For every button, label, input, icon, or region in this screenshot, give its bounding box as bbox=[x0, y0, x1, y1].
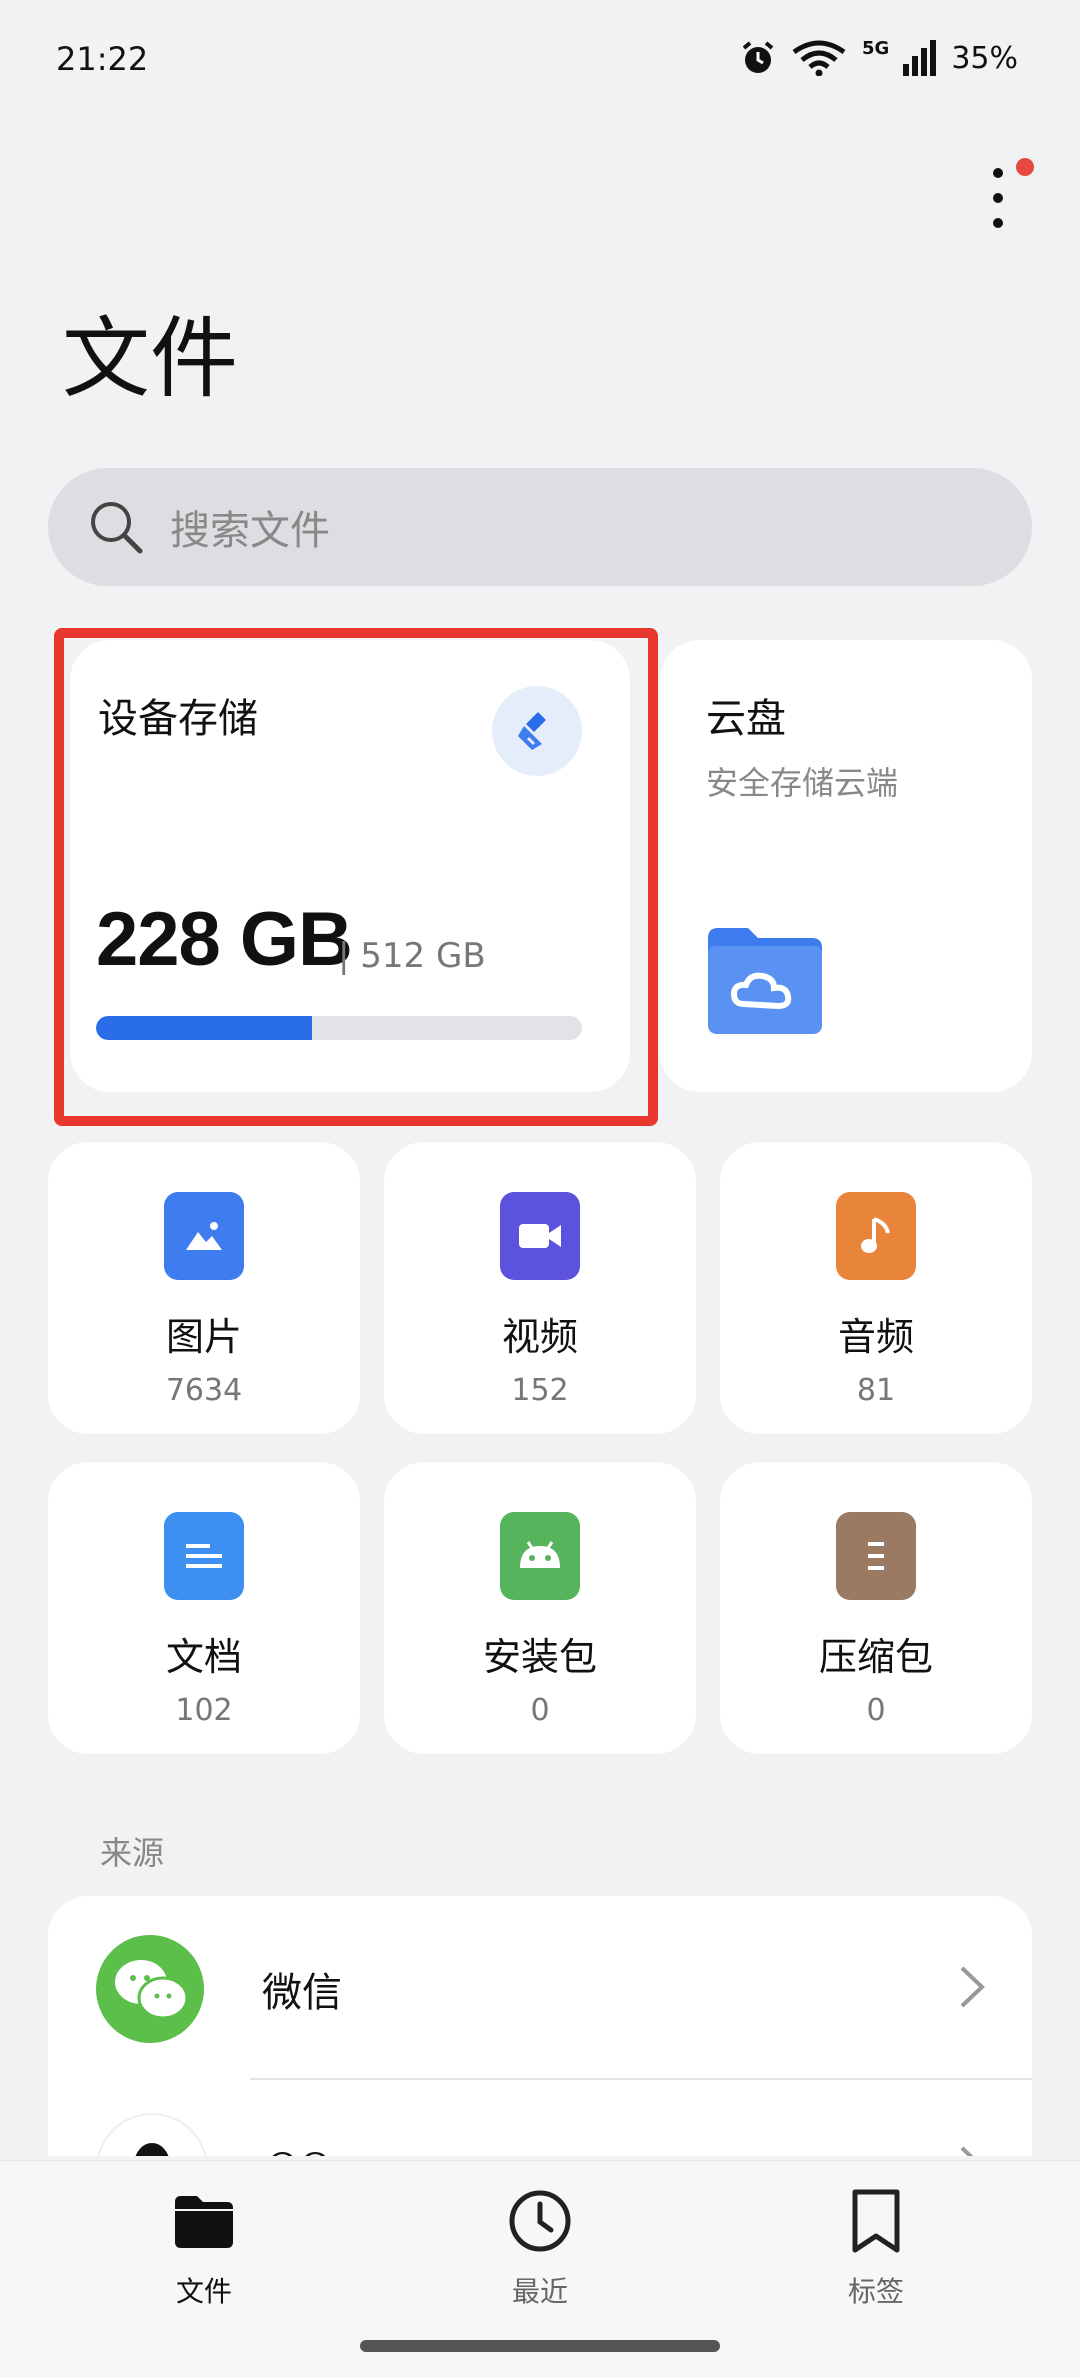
qq-icon bbox=[96, 2113, 208, 2156]
alarm-icon bbox=[742, 41, 774, 73]
zip-icon bbox=[836, 1512, 916, 1600]
wifi-icon bbox=[792, 40, 846, 76]
category-label: 压缩包 bbox=[818, 1635, 933, 1679]
tab-label: 标签 bbox=[847, 2275, 904, 2308]
image-icon bbox=[164, 1192, 244, 1280]
cloud-folder-icon bbox=[708, 928, 822, 1034]
category-label: 音频 bbox=[837, 1315, 914, 1359]
tab-files[interactable]: 文件 bbox=[124, 2186, 284, 2310]
music-icon bbox=[836, 1192, 916, 1280]
search-input[interactable]: 搜索文件 bbox=[48, 468, 1032, 586]
category-label: 视频 bbox=[501, 1315, 578, 1359]
category-label: 安装包 bbox=[482, 1635, 597, 1679]
category-apks[interactable]: 安装包 0 bbox=[384, 1462, 696, 1754]
storage-progress-bar bbox=[96, 1016, 582, 1040]
more-vert-icon[interactable] bbox=[988, 168, 1008, 228]
category-label: 文档 bbox=[165, 1635, 242, 1679]
cloud-title: 云盘 bbox=[706, 696, 786, 742]
category-count: 81 bbox=[856, 1373, 896, 1408]
signal-icon bbox=[903, 40, 937, 76]
battery-level: 35% bbox=[951, 40, 1018, 76]
sources-list: 微信 QQ bbox=[48, 1896, 1032, 2156]
folder-icon bbox=[175, 2196, 233, 2248]
cloud-subtitle: 安全存储云端 bbox=[706, 764, 899, 802]
tab-tags[interactable]: 标签 bbox=[796, 2186, 956, 2310]
document-icon bbox=[164, 1512, 244, 1600]
category-audio[interactable]: 音频 81 bbox=[720, 1142, 1032, 1434]
category-archives[interactable]: 压缩包 0 bbox=[720, 1462, 1032, 1754]
source-name: QQ bbox=[266, 2146, 332, 2156]
clock-icon bbox=[509, 2190, 571, 2252]
category-count: 7634 bbox=[165, 1373, 243, 1408]
category-count: 152 bbox=[511, 1373, 569, 1408]
status-icons: 5G 35% bbox=[740, 37, 1018, 76]
category-videos[interactable]: 视频 152 bbox=[384, 1142, 696, 1434]
bookmark-icon bbox=[852, 2189, 900, 2253]
category-count: 0 bbox=[530, 1693, 550, 1728]
chevron-right-icon bbox=[960, 2146, 974, 2156]
android-icon bbox=[500, 1512, 580, 1600]
search-placeholder: 搜索文件 bbox=[170, 508, 330, 554]
home-indicator[interactable] bbox=[360, 2340, 720, 2352]
storage-used: 228 GB bbox=[96, 897, 353, 982]
category-count: 102 bbox=[175, 1693, 233, 1728]
storage-total: | 512 GB bbox=[338, 936, 486, 976]
storage-progress-fill bbox=[96, 1016, 313, 1040]
category-count: 0 bbox=[866, 1693, 886, 1728]
tab-recent[interactable]: 最近 bbox=[460, 2186, 620, 2310]
sources-section-label: 来源 bbox=[100, 1834, 165, 1872]
tab-label: 文件 bbox=[175, 2275, 232, 2308]
wechat-icon bbox=[96, 1935, 204, 2043]
broom-icon bbox=[518, 712, 546, 750]
source-item-qq[interactable]: QQ bbox=[48, 2080, 1032, 2156]
source-name: 微信 bbox=[262, 1970, 342, 2016]
device-storage-title: 设备存储 bbox=[98, 696, 258, 742]
source-item-wechat[interactable]: 微信 bbox=[48, 1900, 1032, 2078]
category-documents[interactable]: 文档 102 bbox=[48, 1462, 360, 1754]
network-type: 5G bbox=[862, 37, 890, 59]
video-icon bbox=[500, 1192, 580, 1280]
chevron-right-icon bbox=[960, 1966, 985, 2008]
notification-dot bbox=[1016, 158, 1034, 176]
clean-button[interactable] bbox=[492, 686, 582, 776]
category-images[interactable]: 图片 7634 bbox=[48, 1142, 360, 1434]
page-title: 文件 bbox=[62, 307, 239, 410]
search-icon bbox=[91, 502, 143, 554]
category-label: 图片 bbox=[165, 1315, 242, 1359]
tab-label: 最近 bbox=[511, 2275, 568, 2308]
status-time: 21:22 bbox=[56, 40, 149, 78]
